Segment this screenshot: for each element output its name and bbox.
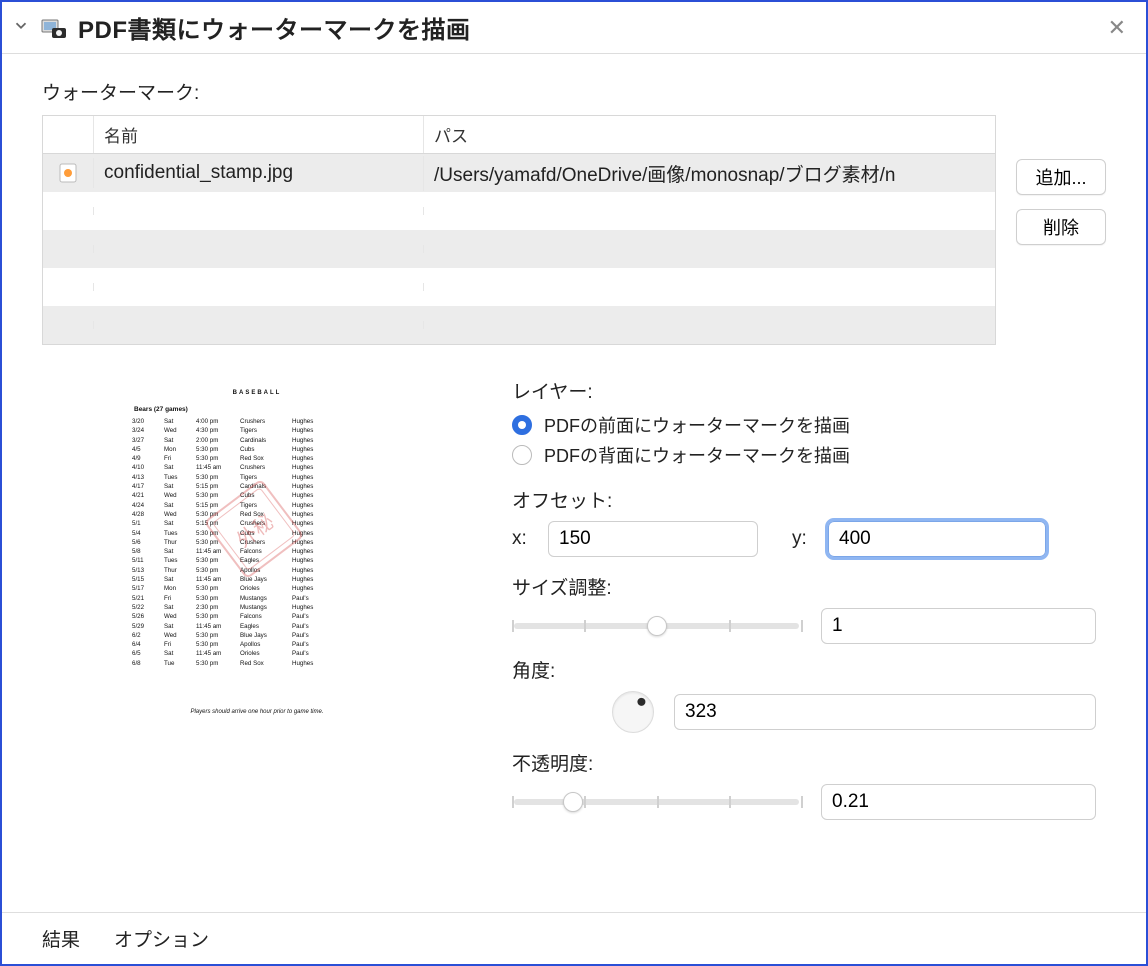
preview-title: Baseball	[132, 387, 382, 396]
scale-value[interactable]	[821, 608, 1096, 644]
schedule-row: 4/10Sat11:45 amCrushersHughes	[132, 463, 382, 472]
table-row[interactable]	[43, 306, 995, 344]
schedule-row: 3/20Sat4:00 pmCrushersHughes	[132, 417, 382, 426]
schedule-row: 6/8Tue5:30 pmRed SoxHughes	[132, 659, 382, 668]
file-name: confidential_stamp.jpg	[93, 158, 423, 188]
schedule-row: 5/15Sat11:45 amBlue JaysHughes	[132, 575, 382, 584]
table-row[interactable]: confidential_stamp.jpg /Users/yamafd/One…	[43, 154, 995, 192]
schedule-row: 5/22Sat2:30 pmMustangsHughes	[132, 603, 382, 612]
layer-label: レイヤー:	[512, 377, 1096, 404]
watermark-label: ウォーターマーク:	[42, 78, 1106, 105]
radio-back-label: PDFの背面にウォーターマークを描画	[544, 442, 850, 468]
angle-dial[interactable]	[612, 691, 654, 733]
angle-label: 角度:	[512, 656, 1096, 683]
scale-label: サイズ調整:	[512, 573, 1096, 600]
x-label: x:	[512, 528, 534, 550]
table-row[interactable]	[43, 192, 995, 230]
opacity-label: 不透明度:	[512, 749, 1096, 776]
preview-subtitle: Bears (27 games)	[134, 406, 382, 413]
preview-app-icon	[40, 14, 68, 42]
schedule-row: 5/17Mon5:30 pmOriolesHughes	[132, 584, 382, 593]
schedule-row: 6/2Wed5:30 pmBlue JaysPaul's	[132, 631, 382, 640]
opacity-slider[interactable]	[512, 787, 801, 817]
results-tab[interactable]: 結果	[42, 925, 80, 952]
options-tab[interactable]: オプション	[114, 925, 209, 952]
schedule-row: 6/5Sat11:45 amOriolesPaul's	[132, 649, 382, 658]
action-title: PDF書類にウォーターマークを描画	[78, 10, 1094, 45]
close-icon[interactable]: ✕	[1104, 15, 1130, 41]
action-header: PDF書類にウォーターマークを描画 ✕	[2, 2, 1146, 54]
schedule-row: 5/21Fri5:30 pmMustangsPaul's	[132, 594, 382, 603]
schedule-row: 3/27Sat2:00 pmCardinalsHughes	[132, 436, 382, 445]
schedule-row: 5/26Wed5:30 pmFalconsPaul's	[132, 612, 382, 621]
column-name[interactable]: 名前	[93, 116, 423, 153]
preview-pane: Baseball Bears (27 games) 3/20Sat4:00 pm…	[42, 373, 472, 832]
scale-slider[interactable]	[512, 611, 801, 641]
disclosure-chevron-icon[interactable]	[12, 16, 30, 39]
x-input[interactable]	[548, 521, 758, 557]
table-row[interactable]	[43, 230, 995, 268]
footer-bar: 結果 オプション	[2, 912, 1146, 964]
column-icon[interactable]	[43, 116, 93, 153]
schedule-row: 5/29Sat11:45 amEaglesPaul's	[132, 622, 382, 631]
offset-label: オフセット:	[512, 486, 1096, 513]
file-icon	[57, 162, 79, 184]
radio-front[interactable]	[512, 415, 532, 435]
opacity-value[interactable]	[821, 784, 1096, 820]
watermark-table: 名前 パス confidential_stamp.jpg /Users/yama…	[42, 115, 996, 345]
y-label: y:	[792, 528, 814, 550]
table-row[interactable]	[43, 268, 995, 306]
schedule-row: 3/24Wed4:30 pmTigersHughes	[132, 426, 382, 435]
radio-front-label: PDFの前面にウォーターマークを描画	[544, 412, 850, 438]
radio-back[interactable]	[512, 445, 532, 465]
preview-footer: Players should arrive one hour prior to …	[122, 709, 392, 715]
delete-button[interactable]: 削除	[1016, 209, 1106, 245]
schedule-row: 4/9Fri5:30 pmRed SoxHughes	[132, 454, 382, 463]
add-button[interactable]: 追加...	[1016, 159, 1106, 195]
file-path: /Users/yamafd/OneDrive/画像/monosnap/ブログ素材…	[423, 156, 995, 191]
schedule-row: 6/4Fri5:30 pmApollosPaul's	[132, 640, 382, 649]
column-path[interactable]: パス	[423, 116, 995, 153]
schedule-row: 4/5Mon5:30 pmCubsHughes	[132, 445, 382, 454]
y-input[interactable]	[828, 521, 1046, 557]
angle-value[interactable]	[674, 694, 1096, 730]
